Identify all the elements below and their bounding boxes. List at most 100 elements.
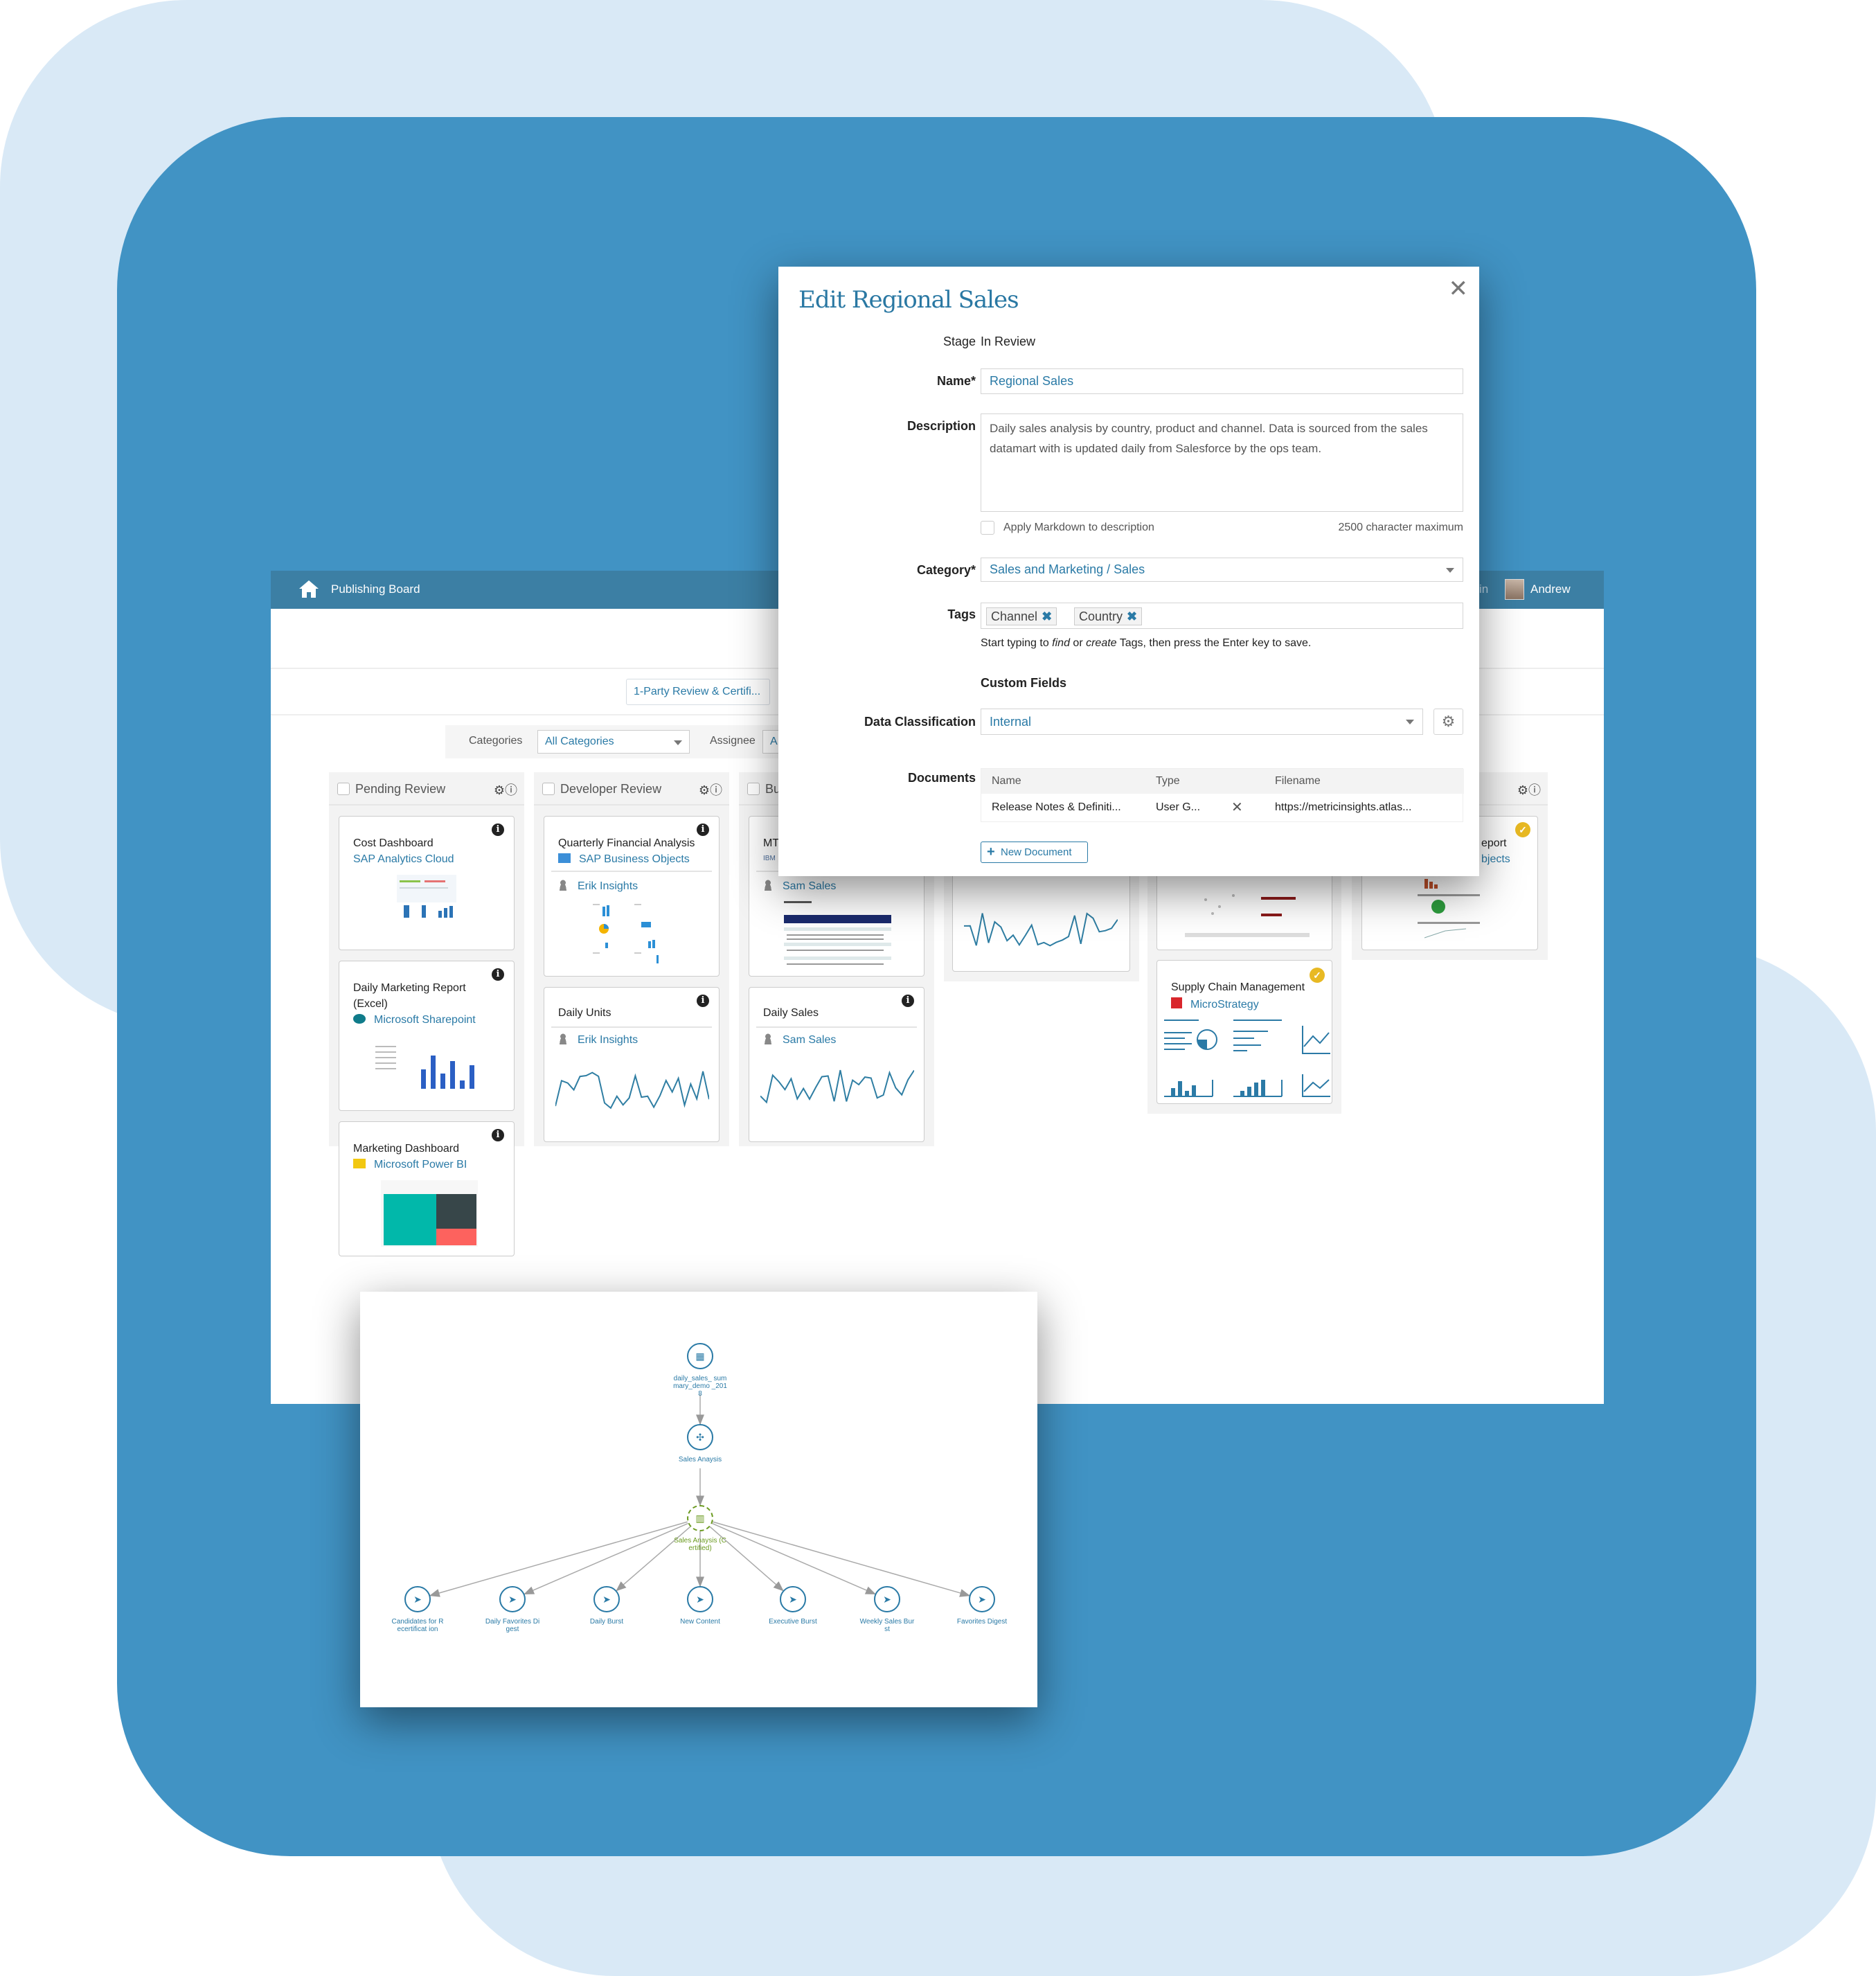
- markdown-label: Apply Markdown to description: [1003, 522, 1154, 533]
- dashboard-thumbnail: [397, 875, 456, 918]
- card-quarterly-financial-analysis[interactable]: i Quarterly Financial Analysis SAP Busin…: [544, 816, 720, 977]
- card-owner[interactable]: Erik Insights: [558, 880, 638, 893]
- category-value: Sales and Marketing / Sales: [990, 562, 1145, 576]
- info-icon[interactable]: i: [492, 1129, 504, 1141]
- card-marketing-dashboard[interactable]: i Marketing Dashboard Microsoft Power BI: [339, 1121, 515, 1256]
- chevron-down-icon: [1446, 568, 1454, 573]
- sparkline-thumbnail: [760, 1069, 914, 1104]
- info-icon[interactable]: ⓘ: [1528, 783, 1541, 797]
- workflow-button[interactable]: 1-Party Review & Certifi...: [626, 679, 770, 705]
- card-owner[interactable]: Sam Sales: [763, 880, 836, 893]
- column-header-filename[interactable]: Filename: [1275, 775, 1321, 787]
- sparkline: [760, 1069, 914, 1104]
- report-thumbnail: [1418, 879, 1480, 938]
- gear-icon[interactable]: ⚙: [494, 783, 505, 797]
- info-icon[interactable]: i: [902, 995, 914, 1007]
- new-document-button[interactable]: + New Document: [981, 842, 1088, 863]
- column-select-checkbox[interactable]: [747, 783, 760, 795]
- documents-table: Name Type Filename Release Notes & Defin…: [981, 768, 1464, 822]
- card-title: Daily Sales: [763, 1007, 819, 1019]
- lineage-node-label: Candidates for Recertificat ion: [391, 1618, 444, 1633]
- person-icon: [558, 1033, 568, 1044]
- lineage-edge: [429, 1521, 688, 1597]
- app-title[interactable]: Publishing Board: [331, 582, 420, 596]
- info-icon[interactable]: i: [697, 995, 709, 1007]
- info-icon[interactable]: ⓘ: [710, 783, 722, 797]
- remove-tag-icon[interactable]: ✖: [1127, 609, 1137, 623]
- card-owner[interactable]: Erik Insights: [558, 1033, 638, 1047]
- hint-text: or: [1069, 637, 1087, 649]
- card-source[interactable]: Microsoft Power BI: [353, 1159, 467, 1171]
- column-select-checkbox[interactable]: [337, 783, 350, 795]
- column-pending-review: Pending Review ⚙ⓘ i Cost Dashboard SAP A…: [329, 772, 524, 1256]
- burst-node-icon[interactable]: ➤: [687, 1586, 713, 1612]
- tags-input[interactable]: Channel ✖ Country ✖: [981, 603, 1463, 629]
- lineage-node-label: Daily Burst: [589, 1618, 624, 1626]
- card-daily-sales[interactable]: i Daily Sales Sam Sales: [749, 987, 924, 1142]
- remove-tag-icon[interactable]: ✖: [1042, 609, 1052, 623]
- burst-node-icon[interactable]: ➤: [499, 1586, 526, 1612]
- home-icon[interactable]: [298, 579, 319, 598]
- card-owner[interactable]: Sam Sales: [763, 1033, 836, 1047]
- burst-node-icon[interactable]: ➤: [874, 1586, 900, 1612]
- power-bi-icon: [353, 1159, 366, 1168]
- card-cost-dashboard[interactable]: i Cost Dashboard SAP Analytics Cloud: [339, 816, 515, 950]
- report-thumbnail: [593, 904, 659, 963]
- column-header-name[interactable]: Name: [992, 775, 1021, 787]
- card-supply-chain-management[interactable]: ✓ Supply Chain Management MicroStrategy: [1156, 960, 1332, 1104]
- card-title: eport: [1481, 837, 1507, 849]
- column-select-checkbox[interactable]: [542, 783, 555, 795]
- card-source[interactable]: Microsoft Sharepoint: [353, 1014, 476, 1026]
- divider: [756, 1026, 917, 1028]
- description-textarea[interactable]: Daily sales analysis by country, product…: [981, 413, 1463, 512]
- certified-node-icon[interactable]: ▥: [687, 1505, 713, 1531]
- close-icon[interactable]: ✕: [1449, 275, 1469, 303]
- lineage-node-label: daily_sales_ summary_demo _2018: [673, 1375, 727, 1398]
- card-daily-marketing-report[interactable]: i Daily Marketing Report (Excel) Microso…: [339, 961, 515, 1111]
- card-source[interactable]: MicroStrategy: [1171, 997, 1259, 1011]
- lineage-edge: [712, 1522, 876, 1595]
- card-daily-units[interactable]: i Daily Units Erik Insights: [544, 987, 720, 1142]
- description-label: Description: [906, 419, 976, 433]
- info-icon[interactable]: ⓘ: [505, 783, 517, 797]
- gear-icon[interactable]: ⚙: [1517, 783, 1528, 797]
- dialog-title: Edit Regional Sales: [798, 286, 1019, 314]
- chevron-down-icon: [1406, 720, 1414, 724]
- column-header-type[interactable]: Type: [1156, 775, 1180, 787]
- card-source[interactable]: bjects: [1481, 853, 1510, 866]
- document-type: User G...: [1156, 801, 1201, 813]
- name-input[interactable]: Regional Sales: [981, 368, 1463, 394]
- lineage-diagram-panel: ▦ daily_sales_ summary_demo _2018 ✣ Sales A…: [360, 1292, 1037, 1707]
- user-name[interactable]: Andrew: [1530, 582, 1571, 596]
- burst-node-icon[interactable]: ➤: [404, 1586, 431, 1612]
- info-icon[interactable]: i: [492, 824, 504, 836]
- category-label: Category*: [916, 563, 976, 577]
- document-filename[interactable]: https://metricinsights.atlas...: [1275, 801, 1411, 814]
- hint-text: find: [1052, 637, 1070, 649]
- char-limit-text: 2500 character maximum: [1338, 522, 1463, 533]
- info-icon[interactable]: i: [492, 968, 504, 981]
- workbook-node-icon[interactable]: ✣: [687, 1424, 713, 1450]
- markdown-checkbox[interactable]: [981, 521, 994, 535]
- gear-icon[interactable]: ⚙: [1433, 709, 1463, 735]
- gear-icon[interactable]: ⚙: [699, 783, 710, 797]
- card-source[interactable]: SAP Analytics Cloud: [353, 853, 454, 866]
- certified-badge-icon: ✓: [1310, 968, 1325, 983]
- dataset-node-icon[interactable]: ▦: [687, 1343, 713, 1369]
- data-classification-select[interactable]: Internal: [981, 709, 1423, 735]
- document-name[interactable]: Release Notes & Definiti...: [992, 801, 1121, 814]
- remove-document-icon[interactable]: ✕: [1231, 799, 1243, 816]
- stage-value: In Review: [981, 335, 1036, 348]
- burst-node-icon[interactable]: ➤: [969, 1586, 995, 1612]
- certified-badge-icon: ✓: [1515, 822, 1530, 837]
- info-icon[interactable]: i: [697, 824, 709, 836]
- burst-node-icon[interactable]: ➤: [780, 1586, 806, 1612]
- header-link-partial[interactable]: in: [1479, 582, 1488, 596]
- categories-select[interactable]: All Categories: [537, 730, 690, 754]
- card-source[interactable]: SAP Business Objects: [558, 853, 690, 866]
- category-select[interactable]: Sales and Marketing / Sales: [981, 558, 1463, 582]
- tag-label: Country: [1079, 609, 1123, 623]
- column-header: Pending Review ⚙ⓘ: [329, 772, 524, 805]
- avatar[interactable]: [1505, 579, 1524, 600]
- burst-node-icon[interactable]: ➤: [593, 1586, 620, 1612]
